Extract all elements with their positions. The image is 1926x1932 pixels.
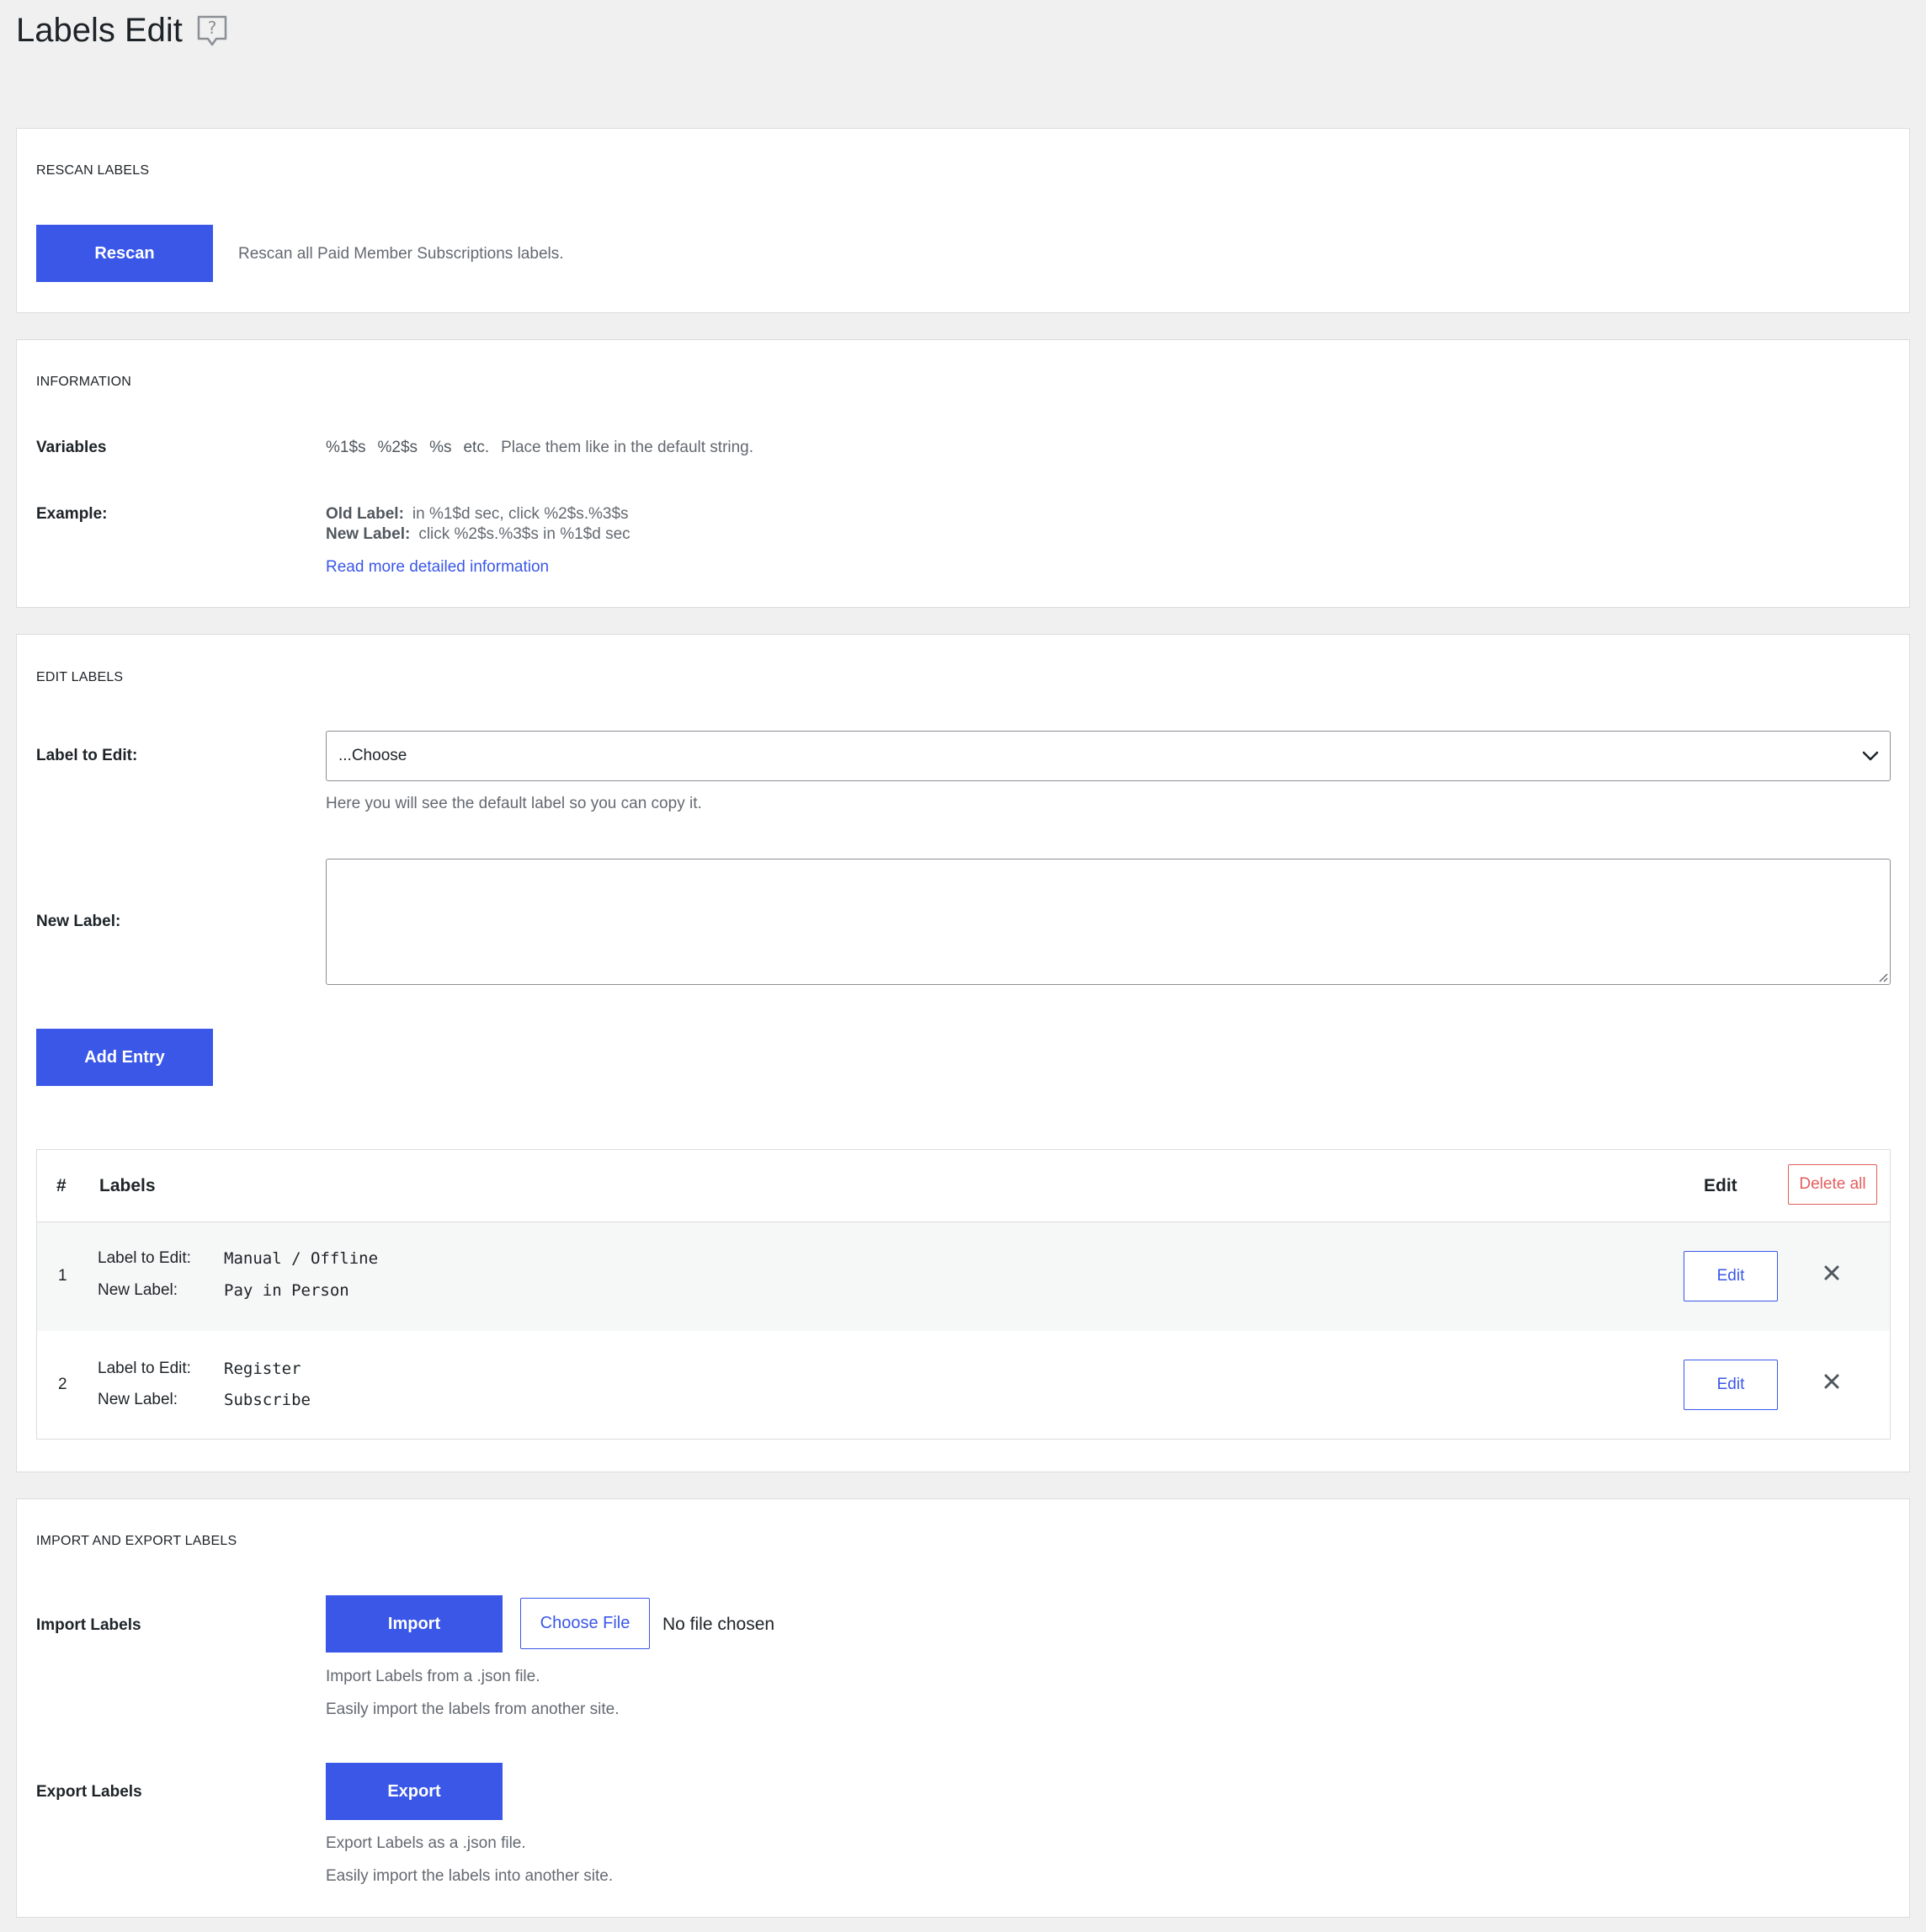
row-label-to-edit-value: Manual / Offline bbox=[224, 1249, 379, 1268]
close-x-icon[interactable] bbox=[1820, 1370, 1844, 1393]
new-label-label: New Label: bbox=[36, 913, 121, 930]
row-edit-button[interactable]: Edit bbox=[1684, 1251, 1778, 1301]
choose-file-button[interactable]: Choose File bbox=[520, 1598, 650, 1649]
page-title: Labels Edit bbox=[16, 12, 183, 49]
row-new-label-key: New Label: bbox=[98, 1391, 178, 1408]
resize-grip-icon[interactable] bbox=[1878, 972, 1888, 982]
information-section-title: INFORMATION bbox=[36, 375, 132, 389]
chevron-down-icon bbox=[1862, 751, 1879, 761]
table-row: 1 Label to Edit: Manual / Offline New La… bbox=[37, 1222, 1890, 1331]
row-new-label-key: New Label: bbox=[98, 1281, 178, 1299]
import-button[interactable]: Import bbox=[326, 1595, 503, 1653]
delete-all-button[interactable]: Delete all bbox=[1788, 1164, 1877, 1205]
import-help-2: Easily import the labels from another si… bbox=[326, 1700, 620, 1718]
variable-chip: etc. bbox=[463, 439, 490, 456]
variables-note: Place them like in the default string. bbox=[501, 439, 754, 456]
row-number: 1 bbox=[58, 1267, 67, 1285]
old-label-key: Old Label: bbox=[326, 505, 404, 523]
variable-chip: %s bbox=[429, 439, 452, 456]
variables-label: Variables bbox=[36, 439, 107, 456]
col-edit-header: Edit bbox=[1704, 1176, 1737, 1195]
rescan-button[interactable]: Rescan bbox=[36, 225, 213, 282]
rescan-labels-card: RESCAN LABELS Rescan Rescan all Paid Mem… bbox=[16, 128, 1910, 313]
row-new-label-value: Pay in Person bbox=[224, 1281, 349, 1300]
file-status: No file chosen bbox=[662, 1615, 775, 1634]
variable-chip: %1$s bbox=[326, 439, 366, 456]
add-entry-button[interactable]: Add Entry bbox=[36, 1029, 213, 1086]
label-to-edit-label: Label to Edit: bbox=[36, 747, 138, 764]
row-label-to-edit-value: Register bbox=[224, 1360, 301, 1378]
row-label-to-edit-key: Label to Edit: bbox=[98, 1360, 191, 1377]
svg-text:?: ? bbox=[208, 18, 217, 38]
import-export-card: IMPORT AND EXPORT LABELS Import Labels I… bbox=[16, 1498, 1910, 1918]
select-value: ...Choose bbox=[338, 747, 407, 764]
example-label: Example: bbox=[36, 505, 108, 523]
labels-table: # Labels Edit Delete all 1 Label to Edit… bbox=[36, 1149, 1891, 1440]
rescan-section-title: RESCAN LABELS bbox=[36, 163, 150, 178]
edit-labels-card: EDIT LABELS Label to Edit: ...Choose Her… bbox=[16, 634, 1910, 1472]
new-label-key: New Label: bbox=[326, 525, 411, 543]
export-help-2: Easily import the labels into another si… bbox=[326, 1867, 614, 1885]
help-question-icon[interactable]: ? bbox=[196, 14, 228, 48]
row-edit-button[interactable]: Edit bbox=[1684, 1360, 1778, 1410]
row-new-label-value: Subscribe bbox=[224, 1391, 311, 1409]
select-help-text: Here you will see the default label so y… bbox=[326, 795, 702, 812]
export-labels-label: Export Labels bbox=[36, 1783, 142, 1801]
edit-labels-section-title: EDIT LABELS bbox=[36, 670, 124, 684]
example-new-label: New Label: click %2$s.%3$s in %1$d sec bbox=[326, 525, 630, 544]
new-label-textarea[interactable] bbox=[326, 859, 1891, 985]
export-button[interactable]: Export bbox=[326, 1763, 503, 1820]
export-help-1: Export Labels as a .json file. bbox=[326, 1834, 526, 1852]
page-header: Labels Edit ? bbox=[16, 12, 228, 50]
import-export-section-title: IMPORT AND EXPORT LABELS bbox=[36, 1534, 237, 1548]
variable-chip: %2$s bbox=[377, 439, 418, 456]
import-labels-label: Import Labels bbox=[36, 1616, 141, 1634]
table-header: # Labels Edit Delete all bbox=[37, 1150, 1890, 1222]
new-label-value: click %2$s.%3$s in %1$d sec bbox=[418, 525, 630, 543]
label-to-edit-select[interactable]: ...Choose bbox=[326, 731, 1891, 781]
read-more-link[interactable]: Read more detailed information bbox=[326, 558, 549, 577]
col-labels-header: Labels bbox=[99, 1176, 156, 1195]
old-label-value: in %1$d sec, click %2$s.%3$s bbox=[412, 505, 629, 523]
col-number-header: # bbox=[56, 1176, 67, 1195]
example-old-label: Old Label: in %1$d sec, click %2$s.%3$s bbox=[326, 505, 629, 524]
rescan-description: Rescan all Paid Member Subscriptions lab… bbox=[238, 245, 564, 263]
close-x-icon[interactable] bbox=[1820, 1261, 1844, 1285]
row-number: 2 bbox=[58, 1376, 67, 1393]
row-label-to-edit-key: Label to Edit: bbox=[98, 1249, 191, 1267]
information-card: INFORMATION Variables %1$s %2$s %s etc. … bbox=[16, 339, 1910, 608]
import-help-1: Import Labels from a .json file. bbox=[326, 1668, 540, 1685]
variables-list: %1$s %2$s %s etc. Place them like in the… bbox=[326, 439, 753, 457]
table-row: 2 Label to Edit: Register New Label: Sub… bbox=[37, 1331, 1890, 1440]
